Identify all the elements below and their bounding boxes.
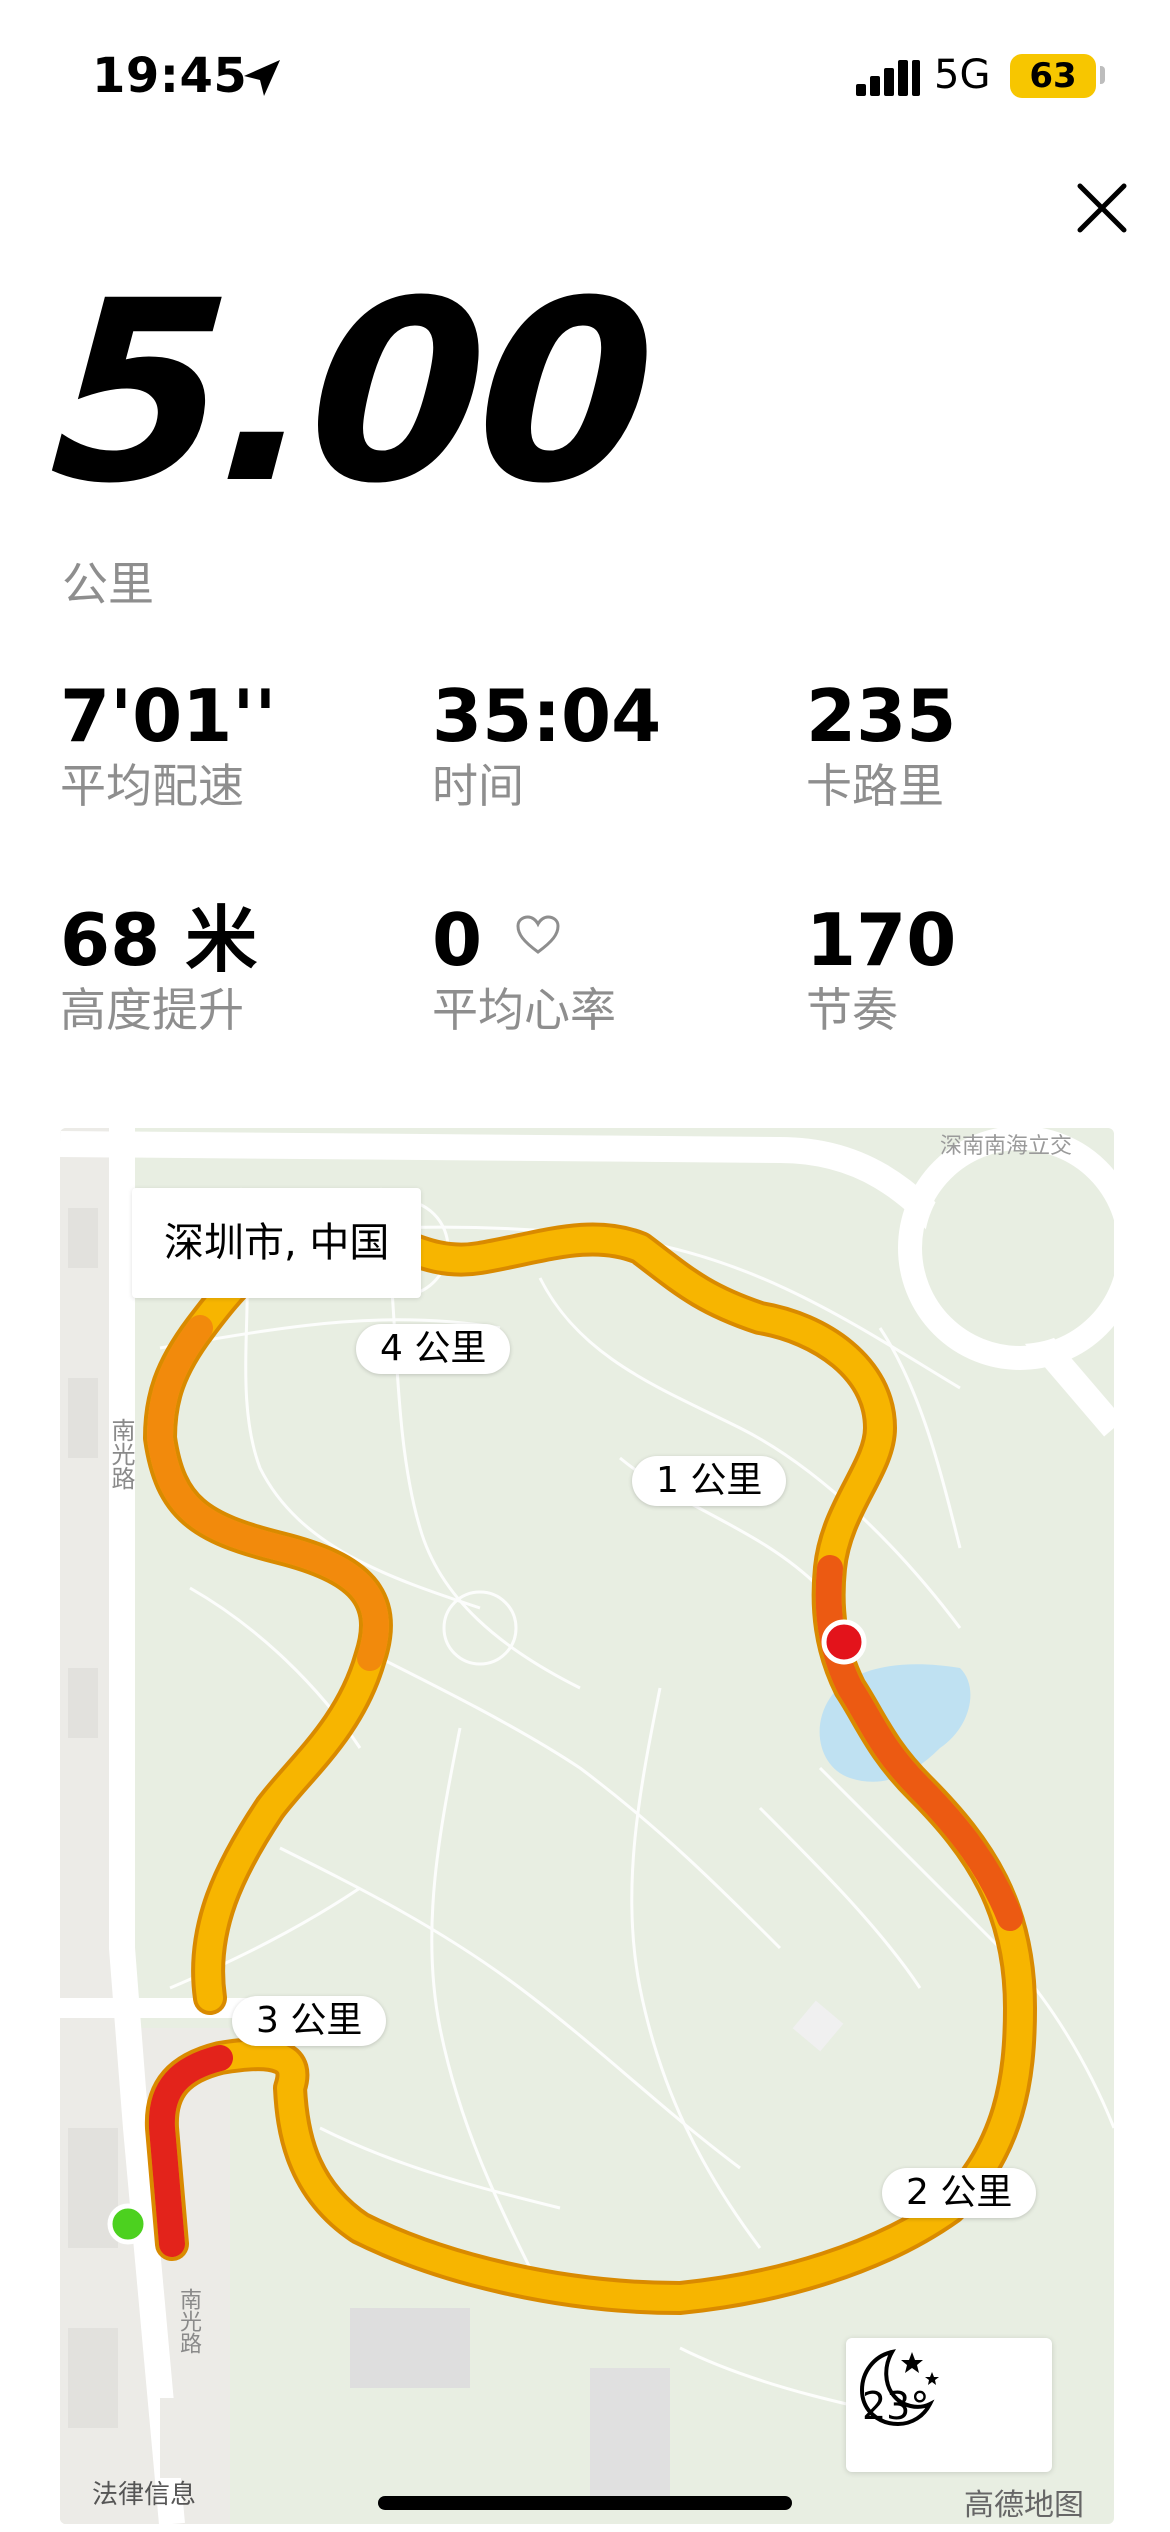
stat-label: 平均心率 [432,983,616,1037]
legal-info-link[interactable]: 法律信息 [92,2474,196,2511]
map-building [68,2328,118,2428]
heart-outline-icon [516,915,560,954]
stat-label: 高度提升 [60,983,244,1037]
location-arrow-icon [244,60,280,96]
start-marker [107,2203,149,2245]
km-marker-1: 1 公里 [632,1456,787,1506]
map-building [68,1668,98,1738]
stat-label: 节奏 [806,983,898,1037]
city-label: 深圳市, 中国 [132,1188,422,1298]
stat-value: 0 [432,898,483,982]
stat-time: 35:04 时间 [432,676,661,816]
route-segment-orange [146,1315,389,1671]
status-time: 19:45 [92,48,248,104]
battery-level: 63 [1029,56,1077,96]
stat-heart-rate: 0 平均心率 [432,900,616,1040]
road-label: 南光路 [107,1418,135,1490]
home-indicator[interactable] [378,2496,792,2510]
stat-label: 平均配速 [60,759,244,813]
stat-value: 7'01'' [60,674,277,758]
road-label: 深南南海立交 [940,1134,1073,1159]
network-type: 5G [934,52,991,98]
stat-value: 35:04 [432,674,662,758]
stat-calories: 235 卡路里 [806,676,956,816]
map-provider-logo: 高德地图 [964,2488,1084,2523]
km-marker-2: 2 公里 [882,2168,1037,2218]
battery-cap [1100,66,1105,84]
stat-label: 卡路里 [806,759,944,813]
route-map[interactable]: 深圳市, 中国 4 公里 1 公里 3 公里 2 公里 南光路 南光路 深南南海… [60,1128,1114,2524]
stat-pace: 7'01'' 平均配速 [60,676,276,816]
map-building [68,1378,98,1458]
stat-value: 68 米 [60,898,258,982]
road-label: 南光路 [176,2288,201,2354]
end-marker [821,1619,867,1665]
distance-value: 5.00 [43,247,658,538]
stat-value: 170 [806,898,957,982]
cellular-signal-icon [856,60,920,96]
stat-elevation: 68 米 高度提升 [60,900,257,1040]
park-paths [159,1187,1114,2430]
stat-label: 时间 [432,759,524,813]
weather-widget: 23° [846,2338,1052,2472]
stat-value: 235 [806,674,957,758]
km-marker-4: 4 公里 [356,1324,511,1374]
map-building [160,2398,220,2478]
km-marker-3: 3 公里 [232,1996,387,2046]
map-building [350,2308,470,2388]
map-building [590,2368,670,2508]
stat-cadence: 170 节奏 [806,900,956,1040]
distance-unit: 公里 [62,557,154,611]
map-canvas [60,1128,1114,2524]
map-building [792,2000,844,2052]
close-button[interactable] [1070,176,1134,240]
map-building [68,1208,98,1268]
battery-icon: 63 [1010,54,1096,98]
moon-stars-icon [859,2349,939,2427]
